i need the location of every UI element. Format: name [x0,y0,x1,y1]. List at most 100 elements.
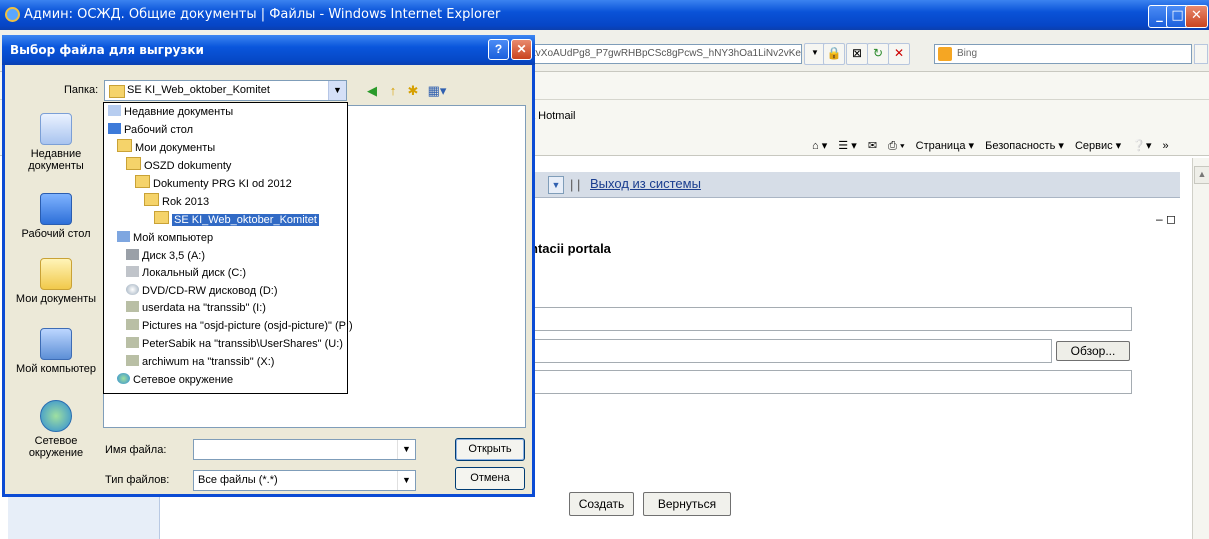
help-icon[interactable]: ❔▾ [1132,140,1151,152]
item-label: Недавние документы [124,106,234,118]
disk-icon [126,266,139,277]
page-scrollbar[interactable]: ▲ [1192,158,1209,539]
toolbar-chevron[interactable]: » [1163,140,1169,152]
item-label: userdata на "transsib" (I:) [142,302,266,314]
item-label: Dokumenty PRG KI od 2012 [153,178,292,190]
dropdown-item[interactable]: archiwum на "transsib" (X:) [126,354,274,370]
network-places-icon [40,400,72,432]
browse-button[interactable]: Обзор... [1056,341,1130,361]
lookin-dropdown-list[interactable]: Недавние документы Рабочий стол Мои доку… [103,102,353,394]
compatibility-view-icon[interactable]: ⊠ [846,43,868,65]
ie-title-bar: Админ: ОСЖД. Общие документы | Файлы - W… [0,0,1209,30]
place-label: Недавние документы [28,148,84,172]
chevron-down-icon[interactable]: ▼ [397,471,415,490]
lookin-select[interactable]: SE KI_Web_oktober_Komitet ▼ [104,80,347,101]
place-network[interactable]: Сетевое окружение [10,400,102,459]
security-menu[interactable]: Безопасность ▾ [985,140,1064,152]
item-label: DVD/CD-RW дисковод (D:) [142,285,278,297]
logout-link[interactable]: Выход из системы [590,176,701,191]
item-label: PeterSabik на "transsib\UserShares" (U:) [142,338,343,350]
home-icon[interactable]: ⌂ ▾ [812,140,827,152]
dropdown-item[interactable]: Rok 2013 [144,193,209,209]
open-button[interactable]: Открыть [455,438,525,461]
dropdown-item[interactable]: Мои документы [117,139,215,155]
feeds-icon[interactable]: ☰ ▾ [838,140,856,152]
scroll-up-icon[interactable]: ▲ [1194,166,1209,184]
network-drive-icon [126,355,139,366]
item-label: SE KI_Web_oktober_Komitet [171,213,320,227]
search-box[interactable]: Bing [934,44,1192,64]
dropdown-item[interactable]: Мой компьютер [117,230,213,246]
dialog-help-button[interactable]: ? [488,39,509,60]
window-title: Админ: ОСЖД. Общие документы | Файлы - W… [24,7,501,22]
favorite-hotmail-link[interactable]: a Hotmail [529,110,575,122]
dropdown-item[interactable]: Рабочий стол [108,122,193,138]
filetype-select[interactable]: Все файлы (*.*) ▼ [193,470,416,491]
close-window-button[interactable]: ✕ [1185,5,1208,28]
dropdown-item-selected[interactable]: SE KI_Web_oktober_Komitet [154,211,320,227]
title-input[interactable] [530,307,1132,331]
computer-icon [117,231,130,242]
place-label: Мои документы [15,293,97,305]
dropdown-item[interactable]: OSZD dokumenty [126,157,231,173]
refresh-icon[interactable]: ↻ [867,43,889,65]
back-icon[interactable]: ◀ [363,82,381,100]
item-label: Диск 3,5 (A:) [142,250,206,262]
place-label: Мой компьютер [15,363,97,375]
description-input[interactable] [530,370,1132,394]
stop-icon[interactable]: ✕ [888,43,910,65]
search-placeholder: Bing [957,48,978,59]
dropdown-item[interactable]: userdata на "transsib" (I:) [126,300,266,316]
place-recent[interactable]: Недавние документы [10,113,102,172]
dialog-close-button[interactable]: ✕ [511,39,532,60]
dropdown-item[interactable]: Сетевое окружение [117,372,233,388]
page-menu[interactable]: Страница ▾ [916,140,974,152]
network-drive-icon [126,337,139,348]
filename-input[interactable]: ▼ [193,439,416,460]
places-bar: Недавние документы Рабочий стол Мои доку… [10,95,100,489]
lock-icon[interactable]: 🔒 [823,43,845,65]
chevron-down-icon[interactable]: ▼ [328,81,346,100]
item-label: Рабочий стол [124,124,194,136]
place-my-computer[interactable]: Мой компьютер [10,328,102,375]
item-label: Локальный диск (C:) [142,267,247,279]
item-label: Мои документы [135,142,216,154]
create-button[interactable]: Создать [569,492,634,516]
dialog-title: Выбор файла для выгрузки [10,43,204,57]
my-computer-icon [40,328,72,360]
new-folder-icon[interactable]: ✱ [404,82,422,100]
dropdown-item[interactable]: Pictures на "osjd-picture (osjd-picture)… [126,318,353,334]
nav-separator: | | [570,177,581,192]
place-desktop[interactable]: Рабочий стол [10,193,102,240]
bing-icon [938,47,952,61]
dropdown-item[interactable]: DVD/CD-RW дисковод (D:) [126,283,278,299]
folder-icon [144,193,159,206]
up-folder-icon[interactable]: ↑ [384,82,402,100]
item-label: Pictures на "osjd-picture (osjd-picture)… [142,320,353,332]
my-documents-icon [40,258,72,290]
place-label: Рабочий стол [21,228,91,240]
dropdown-item[interactable]: Диск 3,5 (A:) [126,248,205,264]
nav-dropdown-icon[interactable]: ▼ [548,176,564,194]
address-input[interactable]: tvXoAUdPg8_P7gwRHBpCSc8gPcwS_hNY3hOa1LiN… [530,44,802,64]
print-icon[interactable]: ⎙ ▾ [888,140,904,152]
place-my-documents[interactable]: Мои документы [10,258,102,305]
views-menu-icon[interactable]: ▦▾ [424,82,450,100]
dropdown-item[interactable]: Недавние документы [108,104,233,120]
portlet-controls[interactable]: – ◻ [1156,212,1176,226]
dropdown-item[interactable]: Dokumenty PRG KI od 2012 [135,175,292,191]
item-label: Rok 2013 [162,196,210,208]
dropdown-item[interactable]: Локальный диск (C:) [126,265,246,281]
back-button[interactable]: Вернуться [643,492,731,516]
item-label: OSZD dokumenty [144,160,232,172]
tools-menu[interactable]: Сервис ▾ [1075,140,1121,152]
command-bar: ⌂ ▾ ☰ ▾ ✉ ⎙ ▾ Страница ▾ Безопасность ▾ … [812,139,1177,153]
mail-icon[interactable]: ✉ [868,140,877,152]
dropdown-item[interactable]: PeterSabik на "transsib\UserShares" (U:) [126,336,343,352]
chevron-down-icon[interactable]: ▼ [397,440,415,459]
file-path-input[interactable] [530,339,1052,363]
item-label: Мой компьютер [133,232,214,244]
search-icon[interactable] [1194,44,1208,64]
cancel-button[interactable]: Отмена [455,467,525,490]
folder-icon [109,85,125,98]
